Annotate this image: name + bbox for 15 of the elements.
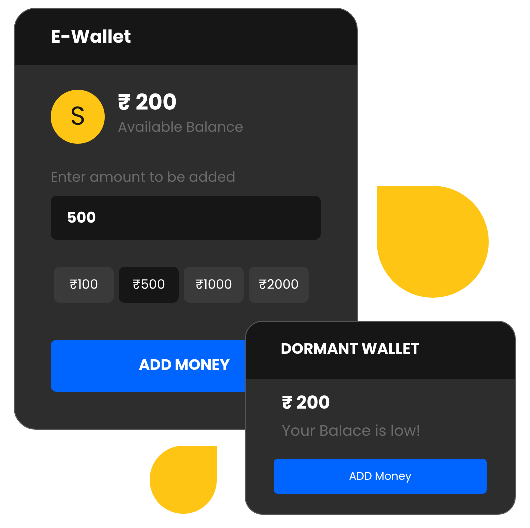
amount-chip[interactable]: ₹2000 bbox=[249, 267, 309, 303]
add-money-button[interactable]: ADD Money bbox=[274, 458, 487, 494]
amount-label: Enter amount to be added bbox=[51, 167, 237, 188]
card-title: E-Wallet bbox=[51, 24, 132, 50]
amount-chip[interactable]: ₹1000 bbox=[184, 267, 244, 303]
card-title: DORMANT WALLET bbox=[281, 339, 420, 362]
balance-amount: ₹ 200 bbox=[118, 88, 178, 116]
low-balance-message: Your Balace is low! bbox=[281, 421, 422, 444]
avatar: S bbox=[51, 90, 105, 144]
amount-field[interactable]: 500 bbox=[51, 196, 321, 240]
amount-chip[interactable]: ₹100 bbox=[54, 267, 114, 303]
amount-chip[interactable]: ₹500 bbox=[119, 267, 179, 303]
add-money-button[interactable]: ADD MONEY bbox=[51, 340, 246, 392]
balance-amount: ₹ 200 bbox=[281, 390, 332, 417]
balance-label: Available Balance bbox=[118, 116, 244, 138]
